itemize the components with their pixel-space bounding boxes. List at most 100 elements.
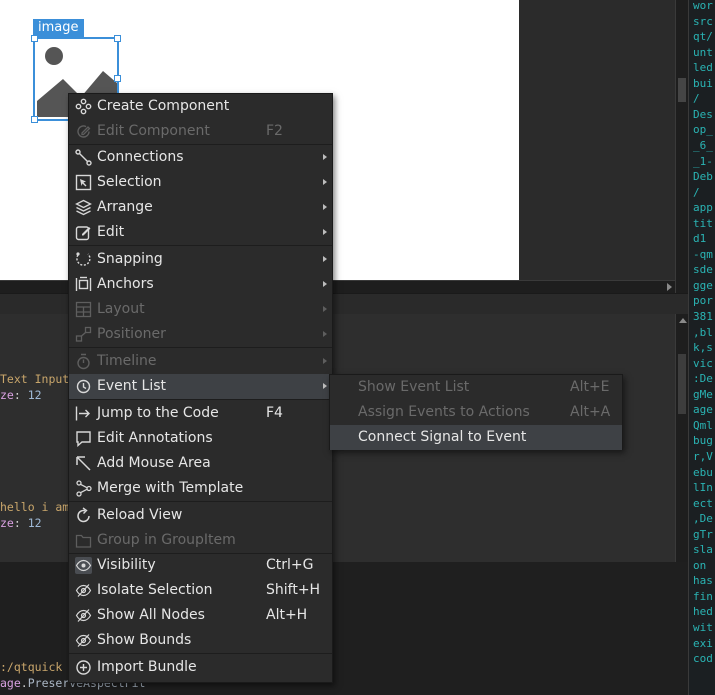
log-line: Qml	[693, 418, 713, 432]
group-icon	[75, 532, 92, 549]
resize-handle[interactable]	[114, 75, 121, 82]
menu-item-label: Visibility	[97, 557, 156, 573]
menu-item-jump-to-the-code[interactable]: Jump to the Code F4	[69, 401, 332, 426]
scroll-right-arrow-icon[interactable]	[667, 283, 672, 291]
menu-item-label: Edit	[97, 224, 125, 240]
eye-icon	[75, 557, 92, 574]
submenu-item-assign-events-to-actions[interactable]: Assign Events to Actions Alt+A	[330, 400, 622, 425]
menu-item-edit-annotations[interactable]: Edit Annotations	[69, 426, 332, 451]
menu-item-label: Snapping	[97, 251, 163, 267]
log-line: por	[693, 294, 713, 308]
menu-item-label: Layout	[97, 301, 145, 317]
menu-item-label: Jump to the Code	[97, 405, 219, 421]
menu-item-anchors[interactable]: Anchors	[69, 272, 332, 297]
menu-item-connections[interactable]: Connections	[69, 145, 332, 170]
log-line: -qm	[693, 247, 713, 261]
submenu-arrow-icon	[323, 154, 327, 160]
menu-item-shortcut: Ctrl+G	[266, 557, 314, 573]
menu-item-label: Positioner	[97, 326, 166, 342]
menu-item-reload-view[interactable]: Reload View	[69, 503, 332, 528]
log-line: tit	[693, 216, 713, 230]
menu-item-label: Connect Signal to Event	[358, 429, 527, 445]
canvas-margin	[519, 0, 675, 280]
menu-separator	[69, 501, 332, 502]
menu-item-label: Show All Nodes	[97, 607, 205, 623]
menu-item-visibility[interactable]: Visibility Ctrl+G	[69, 553, 332, 578]
menu-item-timeline[interactable]: Timeline	[69, 349, 332, 374]
resize-handle[interactable]	[114, 35, 121, 42]
submenu-arrow-icon	[323, 331, 327, 337]
code-line: hello i am	[0, 500, 70, 514]
menu-item-show-bounds[interactable]: Show Bounds	[69, 628, 332, 653]
snapping-icon	[75, 251, 92, 268]
submenu-arrow-icon	[323, 229, 327, 235]
log-line: ,bl	[693, 325, 713, 339]
menu-item-import-bundle[interactable]: Import Bundle	[69, 655, 332, 680]
submenu-arrow-icon	[323, 204, 327, 210]
menu-item-layout[interactable]: Layout	[69, 297, 332, 322]
submenu-item-show-event-list[interactable]: Show Event List Alt+E	[330, 375, 622, 400]
log-line: age	[693, 403, 713, 417]
log-line: wit	[693, 621, 713, 634]
scroll-up-arrow-icon[interactable]	[679, 318, 687, 323]
log-line: unt	[693, 45, 713, 59]
menu-item-isolate-selection[interactable]: Isolate Selection Shift+H	[69, 578, 332, 603]
menu-item-group-in-groupitem[interactable]: Group in GroupItem	[69, 528, 332, 553]
log-line: app	[693, 201, 713, 215]
menu-item-label: Arrange	[97, 199, 153, 215]
menu-item-label: Add Mouse Area	[97, 455, 211, 471]
menu-item-selection[interactable]: Selection	[69, 170, 332, 195]
code-vertical-scrollbar[interactable]	[675, 314, 689, 562]
timeline-icon	[75, 353, 92, 370]
jump-to-code-icon	[75, 405, 92, 422]
menu-item-shortcut: F2	[266, 123, 283, 139]
menu-item-label: Show Event List	[358, 379, 470, 395]
context-menu: Create Component Edit Component F2 Connecti…	[68, 93, 333, 683]
canvas-vertical-scrollbar[interactable]	[675, 0, 689, 293]
mouse-area-icon	[75, 455, 92, 472]
menu-item-shortcut: Alt+A	[570, 404, 611, 420]
menu-item-snapping[interactable]: Snapping	[69, 247, 332, 272]
eye-hidden-icon	[75, 632, 92, 649]
menu-item-label: Connections	[97, 149, 184, 165]
log-line: r,V	[693, 449, 713, 463]
code-line: ze: 12	[0, 516, 42, 530]
menu-item-arrange[interactable]: Arrange	[69, 195, 332, 220]
menu-item-label: Merge with Template	[97, 480, 244, 496]
menu-item-label: Timeline	[97, 353, 157, 369]
event-list-icon	[75, 378, 92, 395]
log-line: /	[693, 185, 700, 199]
menu-separator	[69, 399, 332, 400]
selected-item-label: image	[33, 19, 84, 37]
menu-item-edit-component[interactable]: Edit Component F2	[69, 119, 332, 144]
log-line: Des	[693, 107, 713, 121]
log-line: d1	[693, 232, 707, 246]
layout-icon	[75, 301, 92, 318]
menu-item-event-list[interactable]: Event List	[69, 374, 332, 399]
menu-item-edit[interactable]: Edit	[69, 220, 332, 245]
menu-item-shortcut: Alt+H	[266, 607, 308, 623]
log-line: led	[693, 61, 713, 75]
menu-item-create-component[interactable]: Create Component	[69, 94, 332, 119]
menu-separator	[69, 347, 332, 348]
menu-item-positioner[interactable]: Positioner	[69, 322, 332, 347]
edit-icon	[75, 224, 92, 241]
menu-separator	[69, 653, 332, 654]
menu-item-label: Group in GroupItem	[97, 532, 236, 548]
code-line: ze: 12	[0, 388, 42, 402]
resize-handle[interactable]	[31, 35, 38, 42]
menu-item-add-mouse-area[interactable]: Add Mouse Area	[69, 451, 332, 476]
menu-item-shortcut: Shift+H	[266, 582, 321, 598]
log-line: /	[693, 92, 700, 106]
component-icon	[75, 98, 92, 115]
scrollbar-thumb[interactable]	[678, 78, 686, 102]
application-output-log: wor src qt/unt led bui / Des op_ _6_ _1- Deb / app ti…	[688, 0, 715, 695]
log-line: ect	[693, 496, 713, 510]
menu-item-show-all-nodes[interactable]: Show All Nodes Alt+H	[69, 603, 332, 628]
scrollbar-thumb[interactable]	[678, 354, 686, 414]
resize-handle[interactable]	[31, 116, 38, 123]
submenu-item-connect-signal-to-event[interactable]: Connect Signal to Event	[330, 425, 622, 450]
menu-item-merge-with-template[interactable]: Merge with Template	[69, 476, 332, 501]
log-line: cod	[693, 652, 713, 666]
submenu-arrow-icon	[323, 383, 327, 389]
